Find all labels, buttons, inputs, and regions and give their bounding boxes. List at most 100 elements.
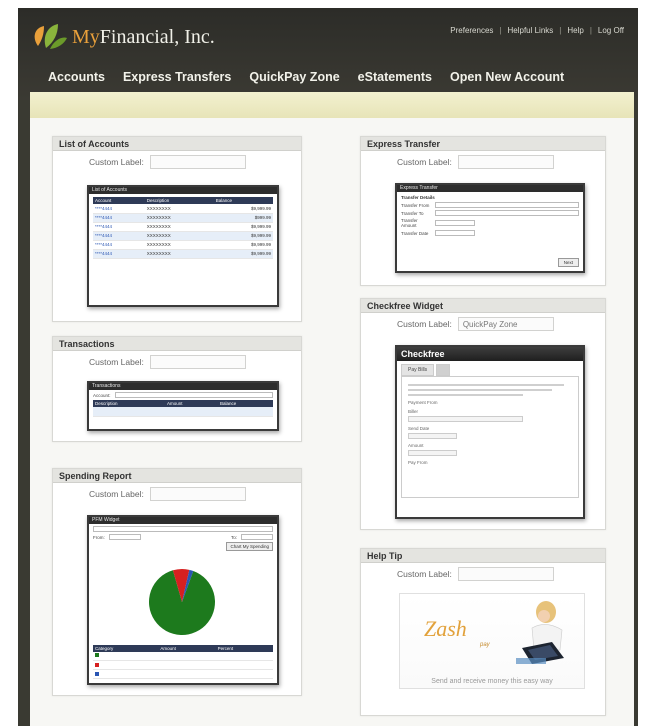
main-nav: Accounts Express Transfers QuickPay Zone… (48, 70, 564, 84)
legend-row[interactable] (93, 660, 273, 670)
tab-pay-bills[interactable]: Pay Bills (401, 364, 435, 376)
chart-my-spending-button[interactable]: Chart My Spending (226, 542, 273, 551)
zash-logo: Zash (424, 616, 467, 641)
balance-cell: $9,999.99 (213, 222, 273, 232)
send-date-input[interactable] (408, 433, 458, 439)
legend-row[interactable] (93, 651, 273, 661)
leaf-logo-icon (30, 22, 68, 52)
account-cell[interactable]: ****4444 (93, 213, 145, 223)
account-cell[interactable]: ****4444 (93, 249, 145, 259)
helpful-links-link[interactable]: Helpful Links (507, 26, 553, 35)
express-transfer-preview[interactable]: Express Transfer Transfer Details Transf… (395, 183, 585, 273)
table-row[interactable]: ****4444 XXXXXXXX $9,999.99 (93, 222, 273, 232)
account-select[interactable] (114, 392, 273, 398)
table-row[interactable]: ****4444 XXXXXXXX $9,999.99 (93, 204, 273, 214)
description-cell: XXXXXXXX (144, 213, 214, 223)
custom-label-text: Custom Label: (397, 157, 452, 167)
log-off-link[interactable]: Log Off (598, 26, 624, 35)
checkfree-header: Checkfree (397, 347, 583, 361)
table-row[interactable]: ****4444 XXXXXXXX $9,999.99 (93, 231, 273, 241)
column-header: Description (93, 400, 165, 407)
custom-label-row: Custom Label: (53, 151, 301, 169)
custom-label-input[interactable] (149, 155, 246, 169)
pfm-preview[interactable]: PFM Widget From: To: Chart My Spending C… (87, 515, 279, 685)
widget-title: Spending Report (53, 469, 301, 483)
custom-label-input[interactable] (149, 487, 246, 501)
next-button[interactable]: Next (557, 258, 579, 267)
spending-pie-chart (149, 569, 215, 635)
account-cell[interactable]: ****4444 (93, 204, 145, 214)
brand-logo[interactable]: MyFinancial, Inc. (30, 22, 215, 52)
table-row[interactable]: ****4444 XXXXXXXX $9,999.99 (93, 249, 273, 259)
date-range-row: From: To: (93, 534, 273, 540)
checkfree-widget: Checkfree Widget Custom Label: QuickPay … (360, 298, 606, 530)
custom-label-input[interactable] (457, 567, 554, 581)
help-tip-card[interactable]: Zash pay Send and receive money this eas… (399, 593, 585, 689)
account-select[interactable] (93, 526, 273, 532)
custom-label-input[interactable]: QuickPay Zone (457, 317, 554, 331)
nav-accounts[interactable]: Accounts (48, 70, 105, 84)
checkfree-preview[interactable]: Checkfree Pay Bills Payment From Biller … (395, 345, 585, 519)
column-header: Description (144, 197, 214, 204)
legend-swatch (95, 671, 99, 676)
balance-cell: $9,999.99 (213, 204, 273, 214)
transactions-table: Description Amount Balance (93, 400, 273, 417)
accounts-widget: List of Accounts Custom Label: List of A… (52, 136, 302, 322)
column-header: Balance (217, 400, 273, 407)
balance-cell: $9,999.99 (213, 231, 273, 241)
preferences-link[interactable]: Preferences (450, 26, 493, 35)
transfer-date-input[interactable] (435, 230, 475, 236)
nav-open-new-account[interactable]: Open New Account (450, 70, 564, 84)
field-label: Transfer Amount (401, 218, 418, 228)
custom-label-text: Custom Label: (89, 489, 144, 499)
transactions-widget: Transactions Custom Label: Transactions … (52, 336, 302, 442)
help-caption: Send and receive money this easy way (431, 678, 553, 685)
tab-secondary[interactable] (436, 364, 451, 376)
custom-label-row: Custom Label: QuickPay Zone (361, 313, 605, 331)
accounts-preview[interactable]: List of Accounts Account Description Bal… (87, 185, 279, 307)
table-row[interactable]: ****4444 XXXXXXXX $999.99 (93, 213, 273, 223)
biller-input[interactable] (408, 416, 523, 422)
custom-label-input[interactable] (149, 355, 246, 369)
column-header: Percent (215, 644, 273, 652)
zash-logo-sub: pay (480, 642, 490, 648)
custom-label-row: Custom Label: (361, 151, 605, 169)
widget-title: Help Tip (361, 549, 605, 563)
custom-label-text: Custom Label: (397, 569, 452, 579)
field-label: Send Date (408, 426, 430, 431)
site-header: MyFinancial, Inc. Preferences | Helpful … (18, 8, 638, 100)
preview-title: List of Accounts (89, 187, 277, 194)
table-row[interactable]: ****4444 XXXXXXXX $9,999.99 (93, 240, 273, 250)
separator: | (499, 26, 502, 35)
brand-name: MyFinancial, Inc. (72, 25, 215, 48)
separator: | (559, 26, 562, 35)
description-cell: XXXXXXXX (144, 222, 214, 232)
nav-quickpay-zone[interactable]: QuickPay Zone (249, 70, 339, 84)
from-date-input[interactable] (108, 534, 141, 540)
to-date-input[interactable] (241, 534, 273, 540)
amount-input[interactable] (408, 450, 458, 456)
from-label: From: (93, 534, 105, 540)
preview-title: Express Transfer (397, 185, 583, 192)
dashboard-content: List of Accounts Custom Label: List of A… (30, 118, 634, 726)
transfer-from-select[interactable] (435, 202, 579, 208)
account-cell[interactable]: ****4444 (93, 222, 145, 232)
widget-title: List of Accounts (53, 137, 301, 151)
account-cell[interactable]: ****4444 (93, 240, 145, 250)
transfer-to-select[interactable] (435, 210, 579, 216)
field-label: Transfer From (401, 202, 430, 208)
transfer-amount-input[interactable] (435, 220, 475, 226)
widget-title: Transactions (53, 337, 301, 351)
nav-express-transfers[interactable]: Express Transfers (123, 70, 231, 84)
help-link[interactable]: Help (567, 26, 583, 35)
account-cell[interactable]: ****4444 (93, 231, 145, 241)
tab-row: Pay Bills (397, 361, 583, 376)
nav-estatements[interactable]: eStatements (358, 70, 432, 84)
spending-legend-table: Category Amount Percent (93, 644, 273, 679)
custom-label-input[interactable] (457, 155, 554, 169)
form-row: Transfer From (401, 202, 579, 208)
widget-title: Checkfree Widget (361, 299, 605, 313)
legend-row[interactable] (93, 669, 273, 679)
transactions-preview[interactable]: Transactions Account: Description Amount… (87, 381, 279, 431)
accounts-table: Account Description Balance ****4444 XXX… (93, 197, 273, 259)
